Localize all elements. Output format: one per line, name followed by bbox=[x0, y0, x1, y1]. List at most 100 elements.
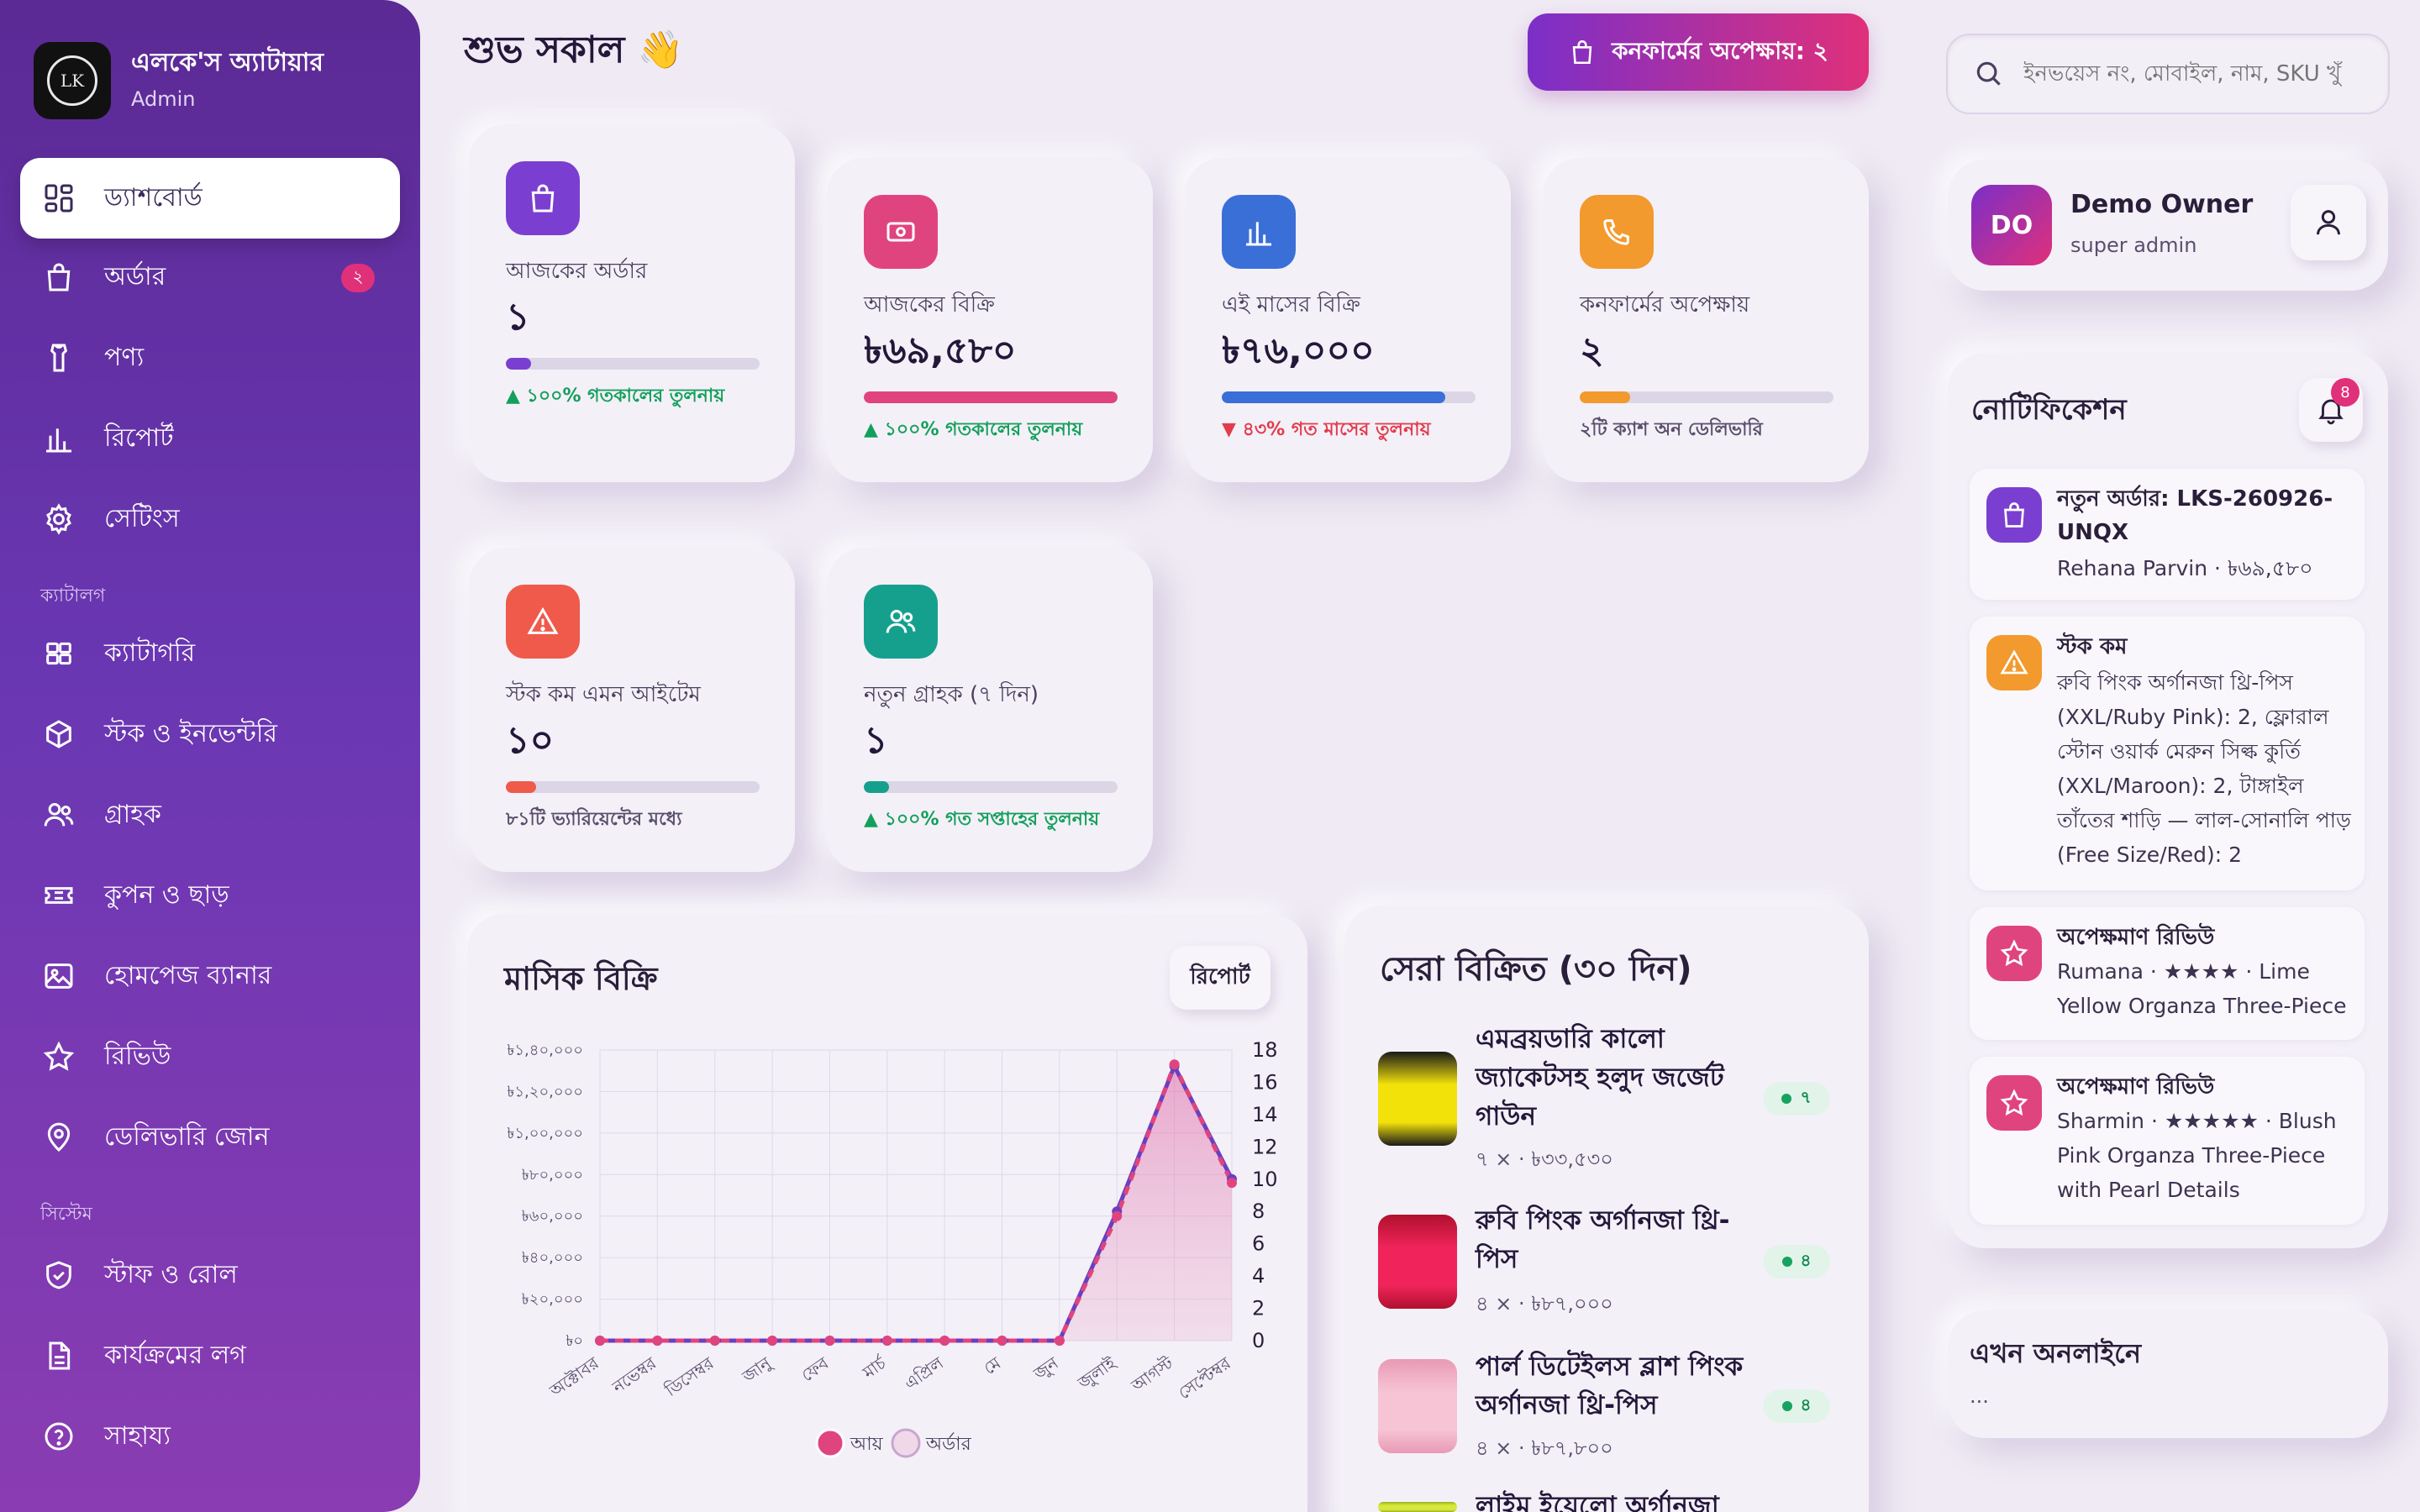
revenue-point bbox=[767, 1336, 778, 1346]
x-tick-label: অক্টোবর bbox=[545, 1352, 603, 1401]
stat-trend-note: ▲ ১০০% গতকালের তুলনায় bbox=[864, 419, 1083, 440]
shield-icon bbox=[46, 1261, 71, 1289]
sidebar-item-label: হোমপেজ ব্যানার bbox=[104, 960, 272, 990]
product-thumbnail[interactable] bbox=[1378, 1359, 1457, 1453]
sidebar-item-products[interactable]: পণ্য bbox=[20, 318, 400, 398]
sidebar-item-customers[interactable]: গ্রাহক bbox=[20, 774, 400, 855]
stat-progress-fill bbox=[864, 391, 1118, 403]
legend-label-revenue: আয় bbox=[850, 1434, 884, 1455]
product-name[interactable]: পার্ল ডিটেইলস ব্লাশ পিংক অর্গানজা থ্রি-প… bbox=[1476, 1347, 1744, 1425]
users-icon bbox=[44, 803, 74, 827]
revenue-point bbox=[997, 1336, 1007, 1346]
revenue-point bbox=[1112, 1210, 1123, 1221]
notification-item[interactable]: অপেক্ষমাণ রিভিউ Sharmin · ★★★★★ · Blush … bbox=[1970, 1057, 2365, 1225]
sidebar-item-label: অর্ডার bbox=[104, 261, 166, 291]
revenue-point bbox=[1227, 1178, 1237, 1189]
revenue-point bbox=[709, 1336, 720, 1346]
product-thumbnail[interactable] bbox=[1378, 1215, 1457, 1309]
stat-trend-note: ▲ ১০০% গত সপ্তাহের তুলনায় bbox=[864, 809, 1100, 830]
box-icon bbox=[46, 720, 71, 748]
y-left-tick-label: ৳৬০,০০০ bbox=[522, 1208, 583, 1226]
owner-name: Demo Owner bbox=[2070, 190, 2254, 219]
sidebar-item-categories[interactable]: ক্যাটাগরি bbox=[20, 613, 400, 694]
sidebar-item-help[interactable]: সাহায্য bbox=[20, 1396, 400, 1477]
sidebar-item-orders[interactable]: অর্ডার ২ bbox=[20, 237, 400, 318]
sidebar-item-inventory[interactable]: স্টক ও ইনভেন্টরি bbox=[20, 694, 400, 774]
product-sold-count-value: ৪ bbox=[1800, 1249, 1812, 1270]
system-section-label: সিস্টেম bbox=[40, 1204, 92, 1225]
stat-icon-box bbox=[864, 585, 938, 659]
stat-card-low-stock[interactable]: স্টক কম এমন আইটেম ১০ ৮১টি ভ্যারিয়েন্টের… bbox=[469, 548, 795, 872]
stat-card-month-sales[interactable]: এই মাসের বিক্রি ৳৭৬,০০০ ▼ ৪৩% গত মাসের ত… bbox=[1185, 158, 1511, 482]
sidebar-item-reviews[interactable]: রিভিউ bbox=[20, 1016, 400, 1097]
stat-card-pending-confirmation[interactable]: কনফার্মের অপেক্ষায় ২ ২টি ক্যাশ অন ডেলিভ… bbox=[1543, 158, 1869, 482]
sidebar-item-label: কার্যক্রমের লগ bbox=[104, 1340, 246, 1370]
stat-trend-note: ২টি ক্যাশ অন ডেলিভারি bbox=[1580, 419, 1763, 440]
y-left-tick-label: ৳২০,০০০ bbox=[522, 1291, 583, 1309]
product-name[interactable]: রুবি পিংক অর্গানজা থ্রি-পিস bbox=[1476, 1201, 1744, 1278]
x-tick-label: নভেম্বর bbox=[608, 1352, 660, 1398]
y-left-tick-label: ৳১,৪০,০০০ bbox=[507, 1042, 583, 1059]
notifications-bell-button[interactable]: 8 bbox=[2299, 378, 2363, 442]
notification-item[interactable]: অপেক্ষমাণ রিভিউ Rumana · ★★★★ · Lime Yel… bbox=[1970, 907, 2365, 1040]
online-now-text: ... bbox=[1970, 1384, 1989, 1408]
sidebar-item-dashboard[interactable]: ড্যাশবোর্ড bbox=[20, 158, 400, 239]
stat-icon-box bbox=[864, 195, 938, 269]
stat-label: স্টক কম এমন আইটেম bbox=[506, 682, 701, 707]
sidebar-item-staff-roles[interactable]: স্টাফ ও রোল bbox=[20, 1235, 400, 1315]
users-icon bbox=[886, 610, 916, 633]
pending-confirmation-button[interactable]: কনফার্মের অপেক্ষায়: ২ bbox=[1528, 13, 1869, 91]
notification-title: নতুন অর্ডার: LKS-260926-UNQX bbox=[2057, 486, 2333, 545]
product-name[interactable]: লাইম ইয়েলো অর্গানজা থ্রি bbox=[1476, 1487, 1744, 1512]
x-tick-label: আগস্ট bbox=[1127, 1352, 1177, 1396]
x-tick-label: ফেব bbox=[797, 1352, 833, 1386]
y-right-tick-label: 2 bbox=[1252, 1297, 1265, 1320]
stat-card-new-customers[interactable]: নতুন গ্রাহক (৭ দিন) ১ ▲ ১০০% গত সপ্তাহের… bbox=[827, 548, 1153, 872]
sidebar-item-settings[interactable]: সেটিংস bbox=[20, 479, 400, 559]
shopping-bag-icon bbox=[47, 263, 71, 291]
product-sold-count-value: ৪ bbox=[1800, 1394, 1812, 1415]
notification-body: Sharmin · ★★★★★ · Blush Pink Organza Thr… bbox=[2057, 1109, 2337, 1202]
product-thumbnail[interactable] bbox=[1378, 1502, 1457, 1512]
warning-icon bbox=[527, 606, 559, 634]
product-name[interactable]: এমব্রয়ডারি কালো জ্যাকেটসহ হলুদ জর্জেট গ… bbox=[1476, 1020, 1744, 1136]
brand-logo[interactable]: LK bbox=[34, 42, 111, 119]
stat-card-today-sales[interactable]: আজকের বিক্রি ৳৬৯,৫৮০ ▲ ১০০% গতকালের তুলন… bbox=[827, 158, 1153, 482]
avatar[interactable]: DO bbox=[1971, 185, 2052, 265]
search-box[interactable] bbox=[1946, 34, 2390, 114]
owner-role: super admin bbox=[2070, 234, 2197, 257]
shopping-bag-icon bbox=[531, 184, 555, 213]
stat-progress-fill bbox=[506, 358, 532, 370]
monthly-sales-title: মাসিক বিক্রি bbox=[504, 960, 658, 997]
profile-button[interactable] bbox=[2291, 185, 2366, 260]
x-tick-label: জুলাই bbox=[1073, 1352, 1120, 1394]
product-thumbnail[interactable] bbox=[1378, 1052, 1457, 1146]
y-left-tick-label: ৳৮০,০০০ bbox=[522, 1166, 583, 1184]
stat-value: ১ bbox=[864, 719, 888, 762]
notifications-count-badge: 8 bbox=[2331, 378, 2360, 407]
stat-progress-fill bbox=[1222, 391, 1445, 403]
y-right-tick-label: 12 bbox=[1252, 1135, 1278, 1158]
notification-item[interactable]: স্টক কম রুবি পিংক অর্গানজা থ্রি-পিস (XXL… bbox=[1970, 617, 2365, 890]
product-meta: ৪ × · ৳৮৭,০০০ bbox=[1476, 1292, 1613, 1315]
sidebar-item-coupons[interactable]: কুপন ও ছাড় bbox=[20, 855, 400, 936]
sidebar-item-banners[interactable]: হোমপেজ ব্যানার bbox=[20, 936, 400, 1016]
dot-icon bbox=[1781, 1401, 1792, 1411]
stat-trend-note: ৮১টি ভ্যারিয়েন্টের মধ্যে bbox=[506, 809, 682, 830]
search-input[interactable] bbox=[2023, 61, 2376, 87]
sidebar-item-reports[interactable]: রিপোর্ট bbox=[20, 398, 400, 479]
sidebar-item-label: ক্যাটাগরি bbox=[104, 638, 196, 668]
notification-item[interactable]: নতুন অর্ডার: LKS-260926-UNQX Rehana Parv… bbox=[1970, 469, 2365, 600]
legend-label-orders: অর্ডার bbox=[925, 1432, 972, 1455]
grid-icon bbox=[46, 642, 71, 665]
stat-icon-box bbox=[1222, 195, 1296, 269]
y-left-tick-label: ৳৪০,০০০ bbox=[522, 1249, 583, 1267]
x-tick-label: ডিসেম্বর bbox=[660, 1352, 718, 1401]
warning-icon bbox=[2000, 649, 2028, 675]
dot-icon bbox=[1781, 1257, 1792, 1267]
sidebar-item-delivery-zones[interactable]: ডেলিভারি জোন bbox=[20, 1097, 400, 1178]
stat-card-today-orders[interactable]: আজকের অর্ডার ১ ▲ ১০০% গতকালের তুলনায় bbox=[469, 124, 795, 482]
report-button[interactable]: রিপোর্ট bbox=[1170, 946, 1270, 1010]
sidebar-item-activity-log[interactable]: কার্যক্রমের লগ bbox=[20, 1315, 400, 1396]
product-sold-count: ৪ bbox=[1763, 1245, 1830, 1278]
